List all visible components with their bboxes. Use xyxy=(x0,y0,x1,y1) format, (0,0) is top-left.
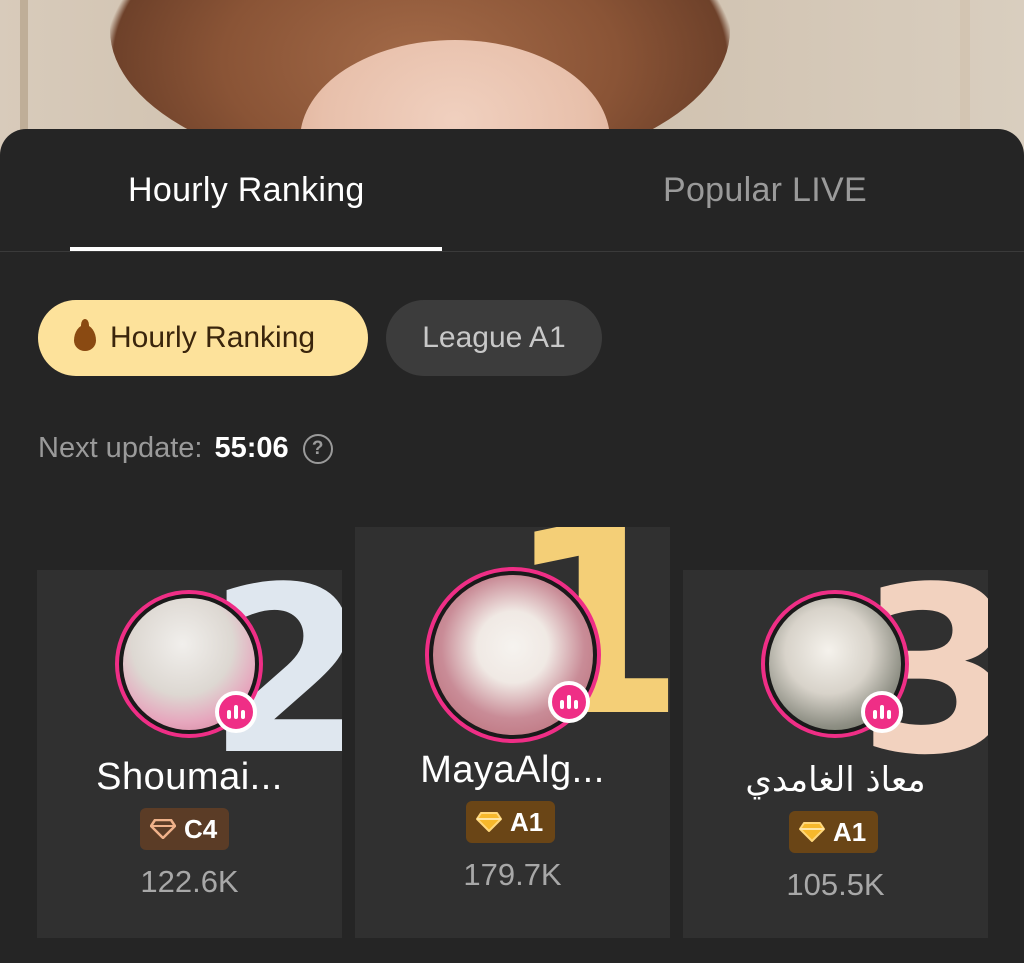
ranking-card-3[interactable]: 3 معاذ الغامدي A1 105.5K xyxy=(683,570,988,938)
league-badge: A1 xyxy=(789,811,879,853)
diamond-icon xyxy=(476,812,502,832)
ranking-card-1[interactable]: 1 MayaAlg... A1 179.7K xyxy=(355,527,670,938)
live-indicator-icon xyxy=(861,691,903,733)
tab-bar: Hourly Ranking Popular LIVE xyxy=(0,129,1024,252)
flame-icon xyxy=(74,319,96,351)
league-badge-label: A1 xyxy=(833,816,867,847)
league-badge: A1 xyxy=(466,801,556,843)
tab-hourly-ranking[interactable]: Hourly Ranking xyxy=(128,171,365,210)
league-badge: C4 xyxy=(140,808,230,850)
creator-name: MayaAlg... xyxy=(420,749,605,791)
diamond-icon xyxy=(799,822,825,842)
diamond-icon xyxy=(150,819,176,839)
next-update-row: Next update: 55:06 ? xyxy=(38,432,333,465)
next-update-label: Next update: xyxy=(38,432,203,464)
help-icon[interactable]: ? xyxy=(302,433,333,464)
league-badge-label: C4 xyxy=(184,813,218,844)
league-badge-label: A1 xyxy=(510,806,544,837)
next-update-countdown: 55:06 xyxy=(214,432,289,464)
ranking-sheet: Hourly Ranking Popular LIVE Hourly Ranki… xyxy=(0,129,1024,963)
creator-name: Shoumai... xyxy=(96,756,283,798)
score: 105.5K xyxy=(786,867,885,902)
score: 122.6K xyxy=(140,864,239,899)
ranking-card-2[interactable]: 2 Shoumai... C4 122.6K xyxy=(37,570,342,938)
active-tab-indicator xyxy=(70,247,442,251)
creator-name: معاذ الغامدي xyxy=(745,760,926,800)
hourly-ranking-pill-label: Hourly Ranking xyxy=(110,321,316,354)
live-indicator-icon xyxy=(215,691,257,733)
league-a1-pill-label: League A1 xyxy=(422,321,566,354)
tab-popular-live[interactable]: Popular LIVE xyxy=(663,171,867,210)
live-indicator-icon xyxy=(548,681,590,723)
score: 179.7K xyxy=(463,857,562,892)
hourly-ranking-pill[interactable]: Hourly Ranking xyxy=(38,300,368,376)
league-a1-pill[interactable]: League A1 xyxy=(386,300,602,376)
